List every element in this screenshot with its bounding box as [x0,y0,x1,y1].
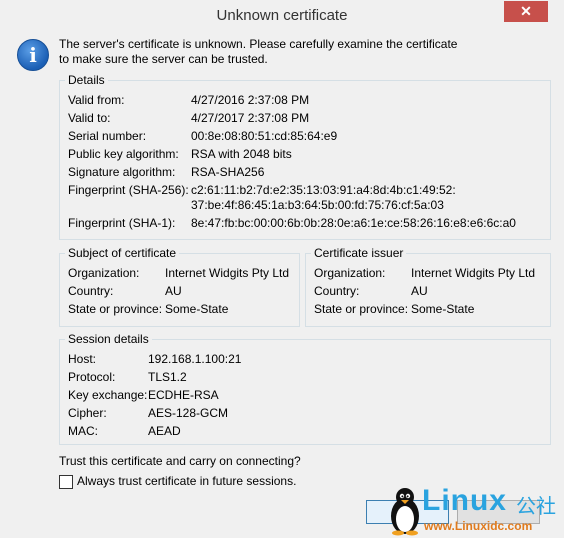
fingerprint-sha1-value: 8e:47:fb:bc:00:00:6b:0b:28:0e:a6:1e:ce:5… [191,216,516,230]
serial-number-value: 00:8e:08:80:51:cd:85:64:e9 [191,129,338,143]
host-value: 192.168.1.100:21 [148,352,242,366]
protocol-label: Protocol: [68,370,116,384]
subject-legend: Subject of certificate [65,246,180,260]
cipher-value: AES-128-GCM [148,406,229,420]
key-exchange-label: Key exchange: [68,388,148,402]
valid-to-value: 4/27/2017 2:37:08 PM [191,111,310,125]
subject-organization-value: Internet Widgits Pty Ltd [165,266,290,280]
session-group: Session details Host: 192.168.1.100:21 Pr… [59,332,551,445]
details-group: Details Valid from: 4/27/2016 2:37:08 PM … [59,73,551,240]
close-button[interactable]: ✕ [504,1,548,22]
close-icon[interactable]: ✕ [504,3,548,20]
issuer-state-value: Some-State [411,302,475,316]
public-key-value: RSA with 2048 bits [191,147,292,161]
penguin-logo-icon [391,488,419,536]
subject-country-label: Country: [68,284,114,298]
session-legend: Session details [65,332,152,346]
protocol-value: TLS1.2 [148,370,187,384]
issuer-state-label: State or province: [314,302,409,316]
message-line-2: to make sure the server can be trusted. [59,52,268,66]
issuer-country-label: Country: [314,284,360,298]
issuer-country-value: AU [411,284,428,298]
message-line-1: The server's certificate is unknown. Ple… [59,37,458,51]
valid-to-label: Valid to: [68,111,111,125]
watermark: Linux 公社 www.Linuxidc.com [388,484,564,538]
fingerprint-sha256-value-2: 37:be:4f:86:45:1a:b3:64:5b:00:fd:75:76:c… [191,198,444,212]
subject-state-label: State or province: [68,302,163,316]
info-icon: i [17,39,49,71]
valid-from-value: 4/27/2016 2:37:08 PM [191,93,310,107]
host-label: Host: [68,352,97,366]
subject-state-value: Some-State [165,302,229,316]
trust-question: Trust this certificate and carry on conn… [59,454,301,468]
fingerprint-sha256-label: Fingerprint (SHA-256): [68,183,189,197]
always-trust-checkbox[interactable] [59,475,73,489]
always-trust-label[interactable]: Always trust certificate in future sessi… [77,474,296,488]
mac-label: MAC: [68,424,98,438]
public-key-label: Public key algorithm: [68,147,179,161]
watermark-url: www.Linuxidc.com [424,519,533,533]
issuer-group: Certificate issuer Organization: Internet… [305,246,551,327]
valid-from-label: Valid from: [68,93,125,107]
issuer-organization-value: Internet Widgits Pty Ltd [411,266,536,280]
issuer-legend: Certificate issuer [311,246,407,260]
title-bar: Unknown certificate ✕ [0,0,564,32]
subject-group: Subject of certificate Organization: Inte… [59,246,300,327]
cipher-label: Cipher: [68,406,107,420]
key-exchange-value: ECDHE-RSA [148,388,219,402]
signature-algorithm-label: Signature algorithm: [68,165,176,179]
details-legend: Details [65,73,108,87]
watermark-brand: Linux [422,484,507,517]
watermark-cjk: 公社 [516,496,556,518]
window-title: Unknown certificate [216,7,348,24]
message-text: The server's certificate is unknown. Ple… [59,37,519,67]
subject-country-value: AU [165,284,182,298]
fingerprint-sha256-value-1: c2:61:11:b2:7d:e2:35:13:03:91:a4:8d:4b:c… [191,183,456,197]
subject-organization-label: Organization: [68,266,140,280]
issuer-organization-label: Organization: [314,266,386,280]
signature-algorithm-value: RSA-SHA256 [191,165,265,179]
serial-number-label: Serial number: [68,129,147,143]
mac-value: AEAD [148,424,181,438]
fingerprint-sha1-label: Fingerprint (SHA-1): [68,216,176,230]
